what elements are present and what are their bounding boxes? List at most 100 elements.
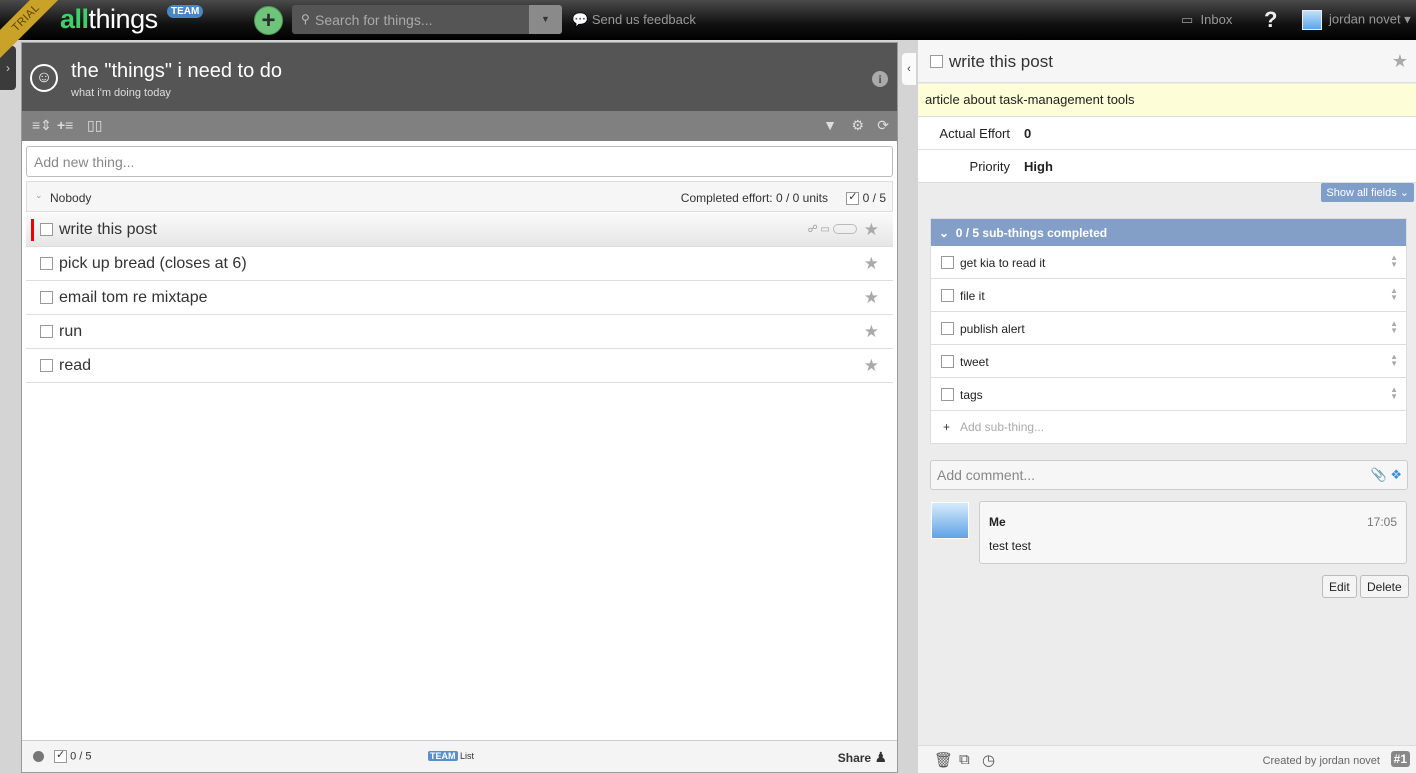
edit-comment-button[interactable]: Edit xyxy=(1322,575,1357,598)
star-icon[interactable]: ★ xyxy=(864,356,879,376)
add-subthing-placeholder: Add sub-thing... xyxy=(960,420,1045,434)
delete-comment-button[interactable]: Delete xyxy=(1360,575,1409,598)
clock-icon[interactable]: ◷ xyxy=(982,751,995,769)
task-label: write this post xyxy=(59,221,157,238)
smiley-icon[interactable]: ☺ xyxy=(30,64,58,92)
group-count-value: 0 / 5 xyxy=(862,191,886,205)
footer-count[interactable]: 0 / 5 xyxy=(54,748,91,763)
refresh-icon[interactable]: ⟳ xyxy=(877,117,889,134)
subthing-checkbox[interactable] xyxy=(941,388,954,401)
subtasks-icon: ☍ xyxy=(807,224,818,235)
subthing-row[interactable]: file it ▲ ▼ xyxy=(931,279,1406,312)
add-comment-input[interactable] xyxy=(930,460,1408,490)
inbox-icon: ▭ xyxy=(1181,12,1194,27)
list-type-label: List xyxy=(460,751,475,761)
subthing-checkbox[interactable] xyxy=(941,289,954,302)
copy-icon[interactable]: ⧉ xyxy=(959,751,970,768)
search-dropdown-button[interactable]: ▼ xyxy=(529,5,562,34)
chevron-down-icon: ⌄ xyxy=(939,226,956,240)
field-value: High xyxy=(1024,159,1053,174)
list-footer: 0 / 5 TEAM List Share ♟ xyxy=(22,740,897,772)
feedback-label: Send us feedback xyxy=(591,12,696,27)
top-bar: TRIAL allthings TEAM + ⚲ ▼ 💬 Send us fee… xyxy=(0,0,1416,60)
search-icon: ⚲ xyxy=(301,12,310,26)
comment-tools: 📎 ❖ xyxy=(1371,467,1402,483)
task-checkbox[interactable] xyxy=(40,291,53,304)
task-checkbox[interactable] xyxy=(40,257,53,270)
task-row[interactable]: pick up bread (closes at 6) ★ xyxy=(26,247,893,281)
task-label: read xyxy=(59,357,92,374)
task-row[interactable]: read ★ xyxy=(26,349,893,383)
star-icon[interactable]: ★ xyxy=(864,254,879,274)
subthings-header[interactable]: ⌄ 0 / 5 sub-things completed xyxy=(931,219,1406,246)
field-actual-effort[interactable]: Actual Effort 0 xyxy=(918,117,1416,150)
subthing-row[interactable]: get kia to read it ▲ ▼ xyxy=(931,246,1406,279)
subthing-row[interactable]: tags ▲ ▼ xyxy=(931,378,1406,411)
reorder-handle-icon[interactable]: ▲ ▼ xyxy=(1390,287,1398,302)
reorder-handle-icon[interactable]: ▲ ▼ xyxy=(1390,353,1398,368)
task-row[interactable]: run ★ xyxy=(26,315,893,349)
subthing-checkbox[interactable] xyxy=(941,322,954,335)
detail-title[interactable]: write this post xyxy=(949,52,1053,72)
subthing-row[interactable]: tweet ▲ ▼ xyxy=(931,345,1406,378)
subthing-label: tags xyxy=(960,388,983,402)
people-icon: ♟ xyxy=(874,749,887,765)
task-row[interactable]: write this post ☍ ▭ ★ xyxy=(26,213,893,247)
add-list-button[interactable]: + xyxy=(254,6,283,35)
task-label: pick up bread (closes at 6) xyxy=(59,255,247,272)
star-icon[interactable]: ★ xyxy=(1392,51,1408,72)
add-item-icon[interactable]: +≡ xyxy=(57,117,73,133)
team-badge: TEAM xyxy=(167,5,204,18)
reorder-handle-icon[interactable]: ▲ ▼ xyxy=(1390,386,1398,401)
chevron-down-icon[interactable]: ⌄ xyxy=(35,190,43,201)
task-checkbox[interactable] xyxy=(40,359,53,372)
detail-note[interactable]: article about task-management tools xyxy=(918,84,1416,117)
dropbox-icon[interactable]: ❖ xyxy=(1390,467,1402,482)
inbox-label: Inbox xyxy=(1200,12,1233,27)
subthings-panel: ⌄ 0 / 5 sub-things completed get kia to … xyxy=(930,218,1407,444)
field-label: Actual Effort xyxy=(939,126,1010,141)
star-icon[interactable]: ★ xyxy=(864,322,879,342)
info-icon[interactable]: i xyxy=(872,71,888,87)
help-button[interactable]: ? xyxy=(1264,7,1277,33)
group-name: Nobody xyxy=(50,191,92,205)
detail-footer: 🗑 ⧉ ◷ Created by jordan novet #1 xyxy=(918,745,1416,773)
user-menu[interactable]: jordan novet ▾ xyxy=(1302,10,1411,30)
reorder-handle-icon[interactable]: ▲ ▼ xyxy=(1390,254,1398,269)
filter-icon[interactable]: ▼ xyxy=(823,117,837,133)
add-new-thing-input[interactable] xyxy=(26,146,893,177)
add-subthing-input[interactable]: + Add sub-thing... xyxy=(931,411,1406,443)
star-icon[interactable]: ★ xyxy=(864,288,879,308)
detail-panel: write this post ★ article about task-man… xyxy=(918,40,1416,773)
show-all-fields-button[interactable]: Show all fields ⌄ xyxy=(1321,183,1414,202)
status-dot-icon[interactable] xyxy=(33,751,44,762)
task-row[interactable]: email tom re mixtape ★ xyxy=(26,281,893,315)
group-header[interactable]: ⌄ Nobody Completed effort: 0 / 0 units 0… xyxy=(26,181,893,212)
trash-icon[interactable]: 🗑 xyxy=(934,751,953,769)
feedback-link[interactable]: 💬 Send us feedback xyxy=(572,12,696,28)
task-checkbox[interactable] xyxy=(40,325,53,338)
star-icon[interactable]: ★ xyxy=(864,220,879,240)
gear-icon[interactable]: ⚙ xyxy=(851,117,864,134)
reorder-handle-icon[interactable]: ▲ ▼ xyxy=(1390,320,1398,335)
sort-icon[interactable]: ≡⇕ xyxy=(32,117,52,134)
speech-bubble-icon: 💬 xyxy=(572,12,589,27)
logo[interactable]: allthings xyxy=(60,4,158,34)
list-toolbar: ≡⇕ +≡ ▯▯ ▼ ⚙ ⟳ xyxy=(22,111,897,141)
subthing-label: file it xyxy=(960,289,985,303)
collapse-detail-button[interactable]: ‹ xyxy=(902,53,916,85)
subthing-label: get kia to read it xyxy=(960,256,1046,270)
board-view-icon[interactable]: ▯▯ xyxy=(87,117,102,134)
share-button[interactable]: Share ♟ xyxy=(838,749,887,766)
search-input[interactable] xyxy=(315,5,525,34)
task-checkbox[interactable] xyxy=(40,223,53,236)
subthing-row[interactable]: publish alert ▲ ▼ xyxy=(931,312,1406,345)
priority-bar xyxy=(31,219,34,241)
field-priority[interactable]: Priority High xyxy=(918,150,1416,183)
inbox-link[interactable]: ▭ Inbox xyxy=(1181,12,1232,28)
paperclip-icon[interactable]: 📎 xyxy=(1371,467,1387,482)
subthing-checkbox[interactable] xyxy=(941,355,954,368)
subthing-checkbox[interactable] xyxy=(941,256,954,269)
detail-checkbox[interactable] xyxy=(930,55,943,68)
list-title[interactable]: the "things" i need to do xyxy=(71,60,282,83)
